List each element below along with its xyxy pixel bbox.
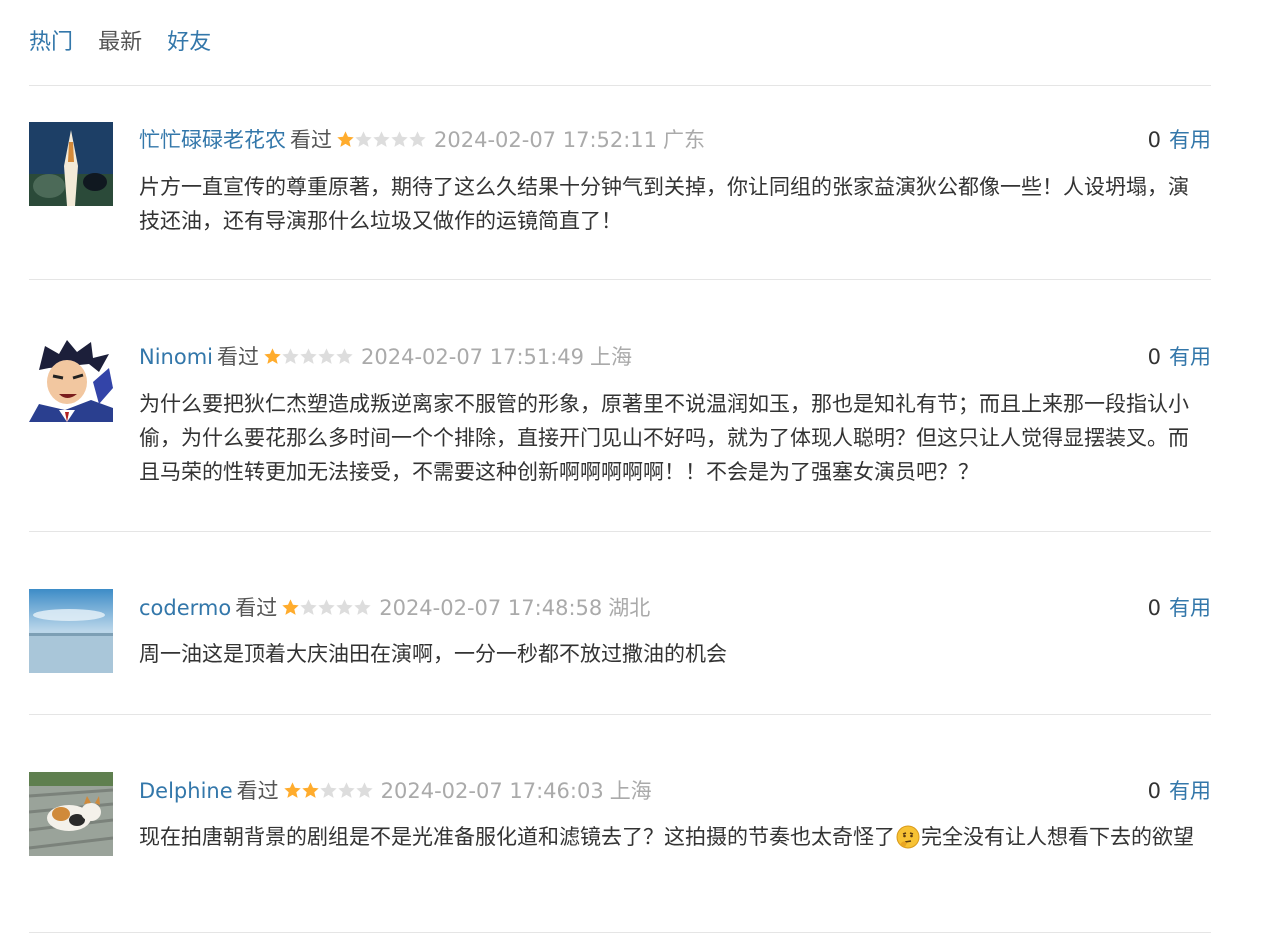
comment-time: 2024-02-07 17:46:03 [380,779,604,803]
watched-status: 看过 [236,779,279,803]
thinking-face-emoji-icon [896,825,920,849]
comment-location: 上海 [590,345,633,369]
vote-area: 0 有用 [1148,592,1211,624]
comment-header: Delphine 看过 2024-02-07 17:46:03 上海 0 有用 [139,775,1211,807]
star-filled-icon [264,348,281,364]
anime-character-avatar-icon[interactable] [29,338,113,422]
vote-area: 0 有用 [1148,124,1211,156]
useful-button[interactable]: 有用 [1169,345,1211,369]
star-filled-icon [301,782,319,798]
vote-area: 0 有用 [1148,775,1211,807]
username-link[interactable]: Delphine [139,779,233,803]
rating-stars [336,126,426,158]
star-empty-icon [337,782,355,798]
star-filled-icon [337,131,354,147]
comment-text: 片方一直宣传的尊重原著，期待了这么久结果十分钟气到关掉，你让同组的张家益演狄公都… [139,175,1189,233]
star-empty-icon [355,782,373,798]
useful-button[interactable]: 有用 [1169,779,1211,803]
comment-text-part: 完全没有让人想看下去的欲望 [921,825,1194,849]
username-link[interactable]: codermo [139,596,231,620]
comment-text: 周一油这是顶着大庆油田在演啊，一分一秒都不放过撒油的机会 [139,642,727,666]
comment-tabs: 热门 最新 好友 [29,0,1211,86]
watched-status: 看过 [217,345,259,369]
comment-time: 2024-02-07 17:52:11 [434,128,658,152]
comment-header: 忙忙碌碌老花农 看过 2024-02-07 17:52:11 广东 0 有用 [139,124,1211,156]
comment-text: 为什么要把狄仁杰塑造成叛逆离家不服管的形象，原著里不说温润如玉，那也是知礼有节；… [139,392,1189,484]
watched-status: 看过 [235,596,278,620]
comment-item: codermo 看过 2024-02-07 17:48:58 湖北 0 有用 周一油这是… [29,532,1211,715]
star-empty-icon [318,348,335,364]
comment-item: 忙忙碌碌老花农 看过 2024-02-07 17:52:11 广东 0 有用 片方一直宣… [29,86,1211,280]
comment-text: 现在拍唐朝背景的剧组是不是光准备服化道和滤镜去了？这拍摄的节奏也太奇怪了 完全没有… [139,820,1209,854]
useful-button[interactable]: 有用 [1169,128,1211,152]
comments-panel: 热门 最新 好友 忙忙碌碌老花农 看过 2024-02-07 17:52:11 广东 … [29,0,1211,933]
vote-area: 0 有用 [1148,341,1211,373]
vote-count: 0 [1147,128,1161,152]
useful-button[interactable]: 有用 [1169,596,1211,620]
comment-location: 广东 [663,128,706,152]
star-empty-icon [319,782,337,798]
sky-lake-avatar-icon[interactable] [29,589,113,673]
rocket-avatar-icon[interactable] [29,122,113,206]
rating-stars [283,777,373,809]
comment-header: Ninomi 看过 2024-02-07 17:51:49 上海 0 有用 [139,341,1211,373]
star-empty-icon [391,131,408,147]
star-empty-icon [409,131,426,147]
username-link[interactable]: 忙忙碌碌老花农 [139,128,286,152]
star-empty-icon [300,599,317,615]
comment-item: Delphine 看过 2024-02-07 17:46:03 上海 0 有用 现在拍唐… [29,715,1211,933]
cat-avatar-icon[interactable] [29,772,113,856]
star-empty-icon [300,348,317,364]
tab-friends[interactable]: 好友 [167,28,211,58]
rating-stars [281,594,371,626]
star-empty-icon [336,348,353,364]
star-empty-icon [355,131,372,147]
vote-count: 0 [1147,345,1161,369]
comment-item: Ninomi 看过 2024-02-07 17:51:49 上海 0 有用 为什么要把狄… [29,280,1211,532]
comment-time: 2024-02-07 17:51:49 [361,345,585,369]
star-empty-icon [336,599,353,615]
star-empty-icon [373,131,390,147]
comment-text-part: 现在拍唐朝背景的剧组是不是光准备服化道和滤镜去了？这拍摄的节奏也太奇怪了 [139,825,895,849]
vote-count: 0 [1147,596,1161,620]
comment-location: 上海 [609,779,652,803]
username-link[interactable]: Ninomi [139,345,213,369]
star-empty-icon [318,599,335,615]
tab-hot[interactable]: 热门 [29,28,73,58]
tab-latest[interactable]: 最新 [98,28,142,58]
comment-header: codermo 看过 2024-02-07 17:48:58 湖北 0 有用 [139,592,1211,624]
star-filled-icon [283,782,301,798]
star-empty-icon [282,348,299,364]
star-filled-icon [282,599,299,615]
comment-time: 2024-02-07 17:48:58 [379,596,603,620]
watched-status: 看过 [290,128,332,152]
rating-stars [263,343,353,375]
vote-count: 0 [1147,779,1161,803]
comment-location: 湖北 [608,596,651,620]
star-empty-icon [354,599,371,615]
